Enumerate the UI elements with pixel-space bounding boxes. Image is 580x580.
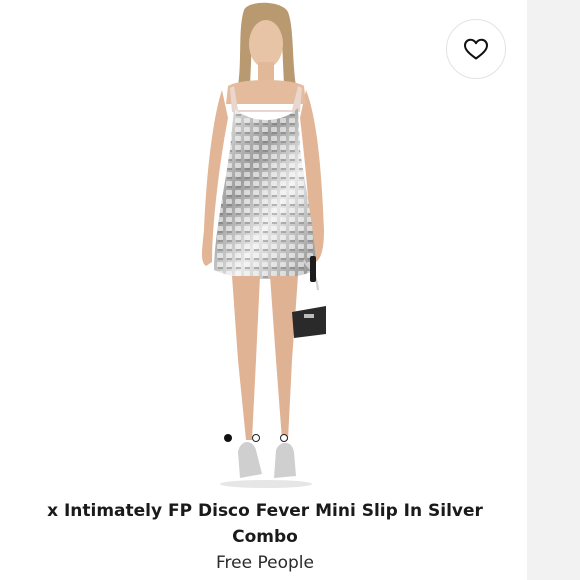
carousel-dot-1[interactable] [224,434,232,442]
carousel-dot-2[interactable] [252,434,260,442]
product-card: x Intimately FP Disco Fever Mini Slip In… [0,0,527,580]
product-title[interactable]: x Intimately FP Disco Fever Mini Slip In… [30,498,500,550]
product-brand[interactable]: Free People [30,551,500,575]
product-image[interactable] [180,0,350,490]
wishlist-button[interactable] [446,19,506,79]
carousel-dot-3[interactable] [280,434,288,442]
heart-icon [464,38,488,60]
page-side-panel [527,0,580,580]
carousel-dots [224,432,304,444]
